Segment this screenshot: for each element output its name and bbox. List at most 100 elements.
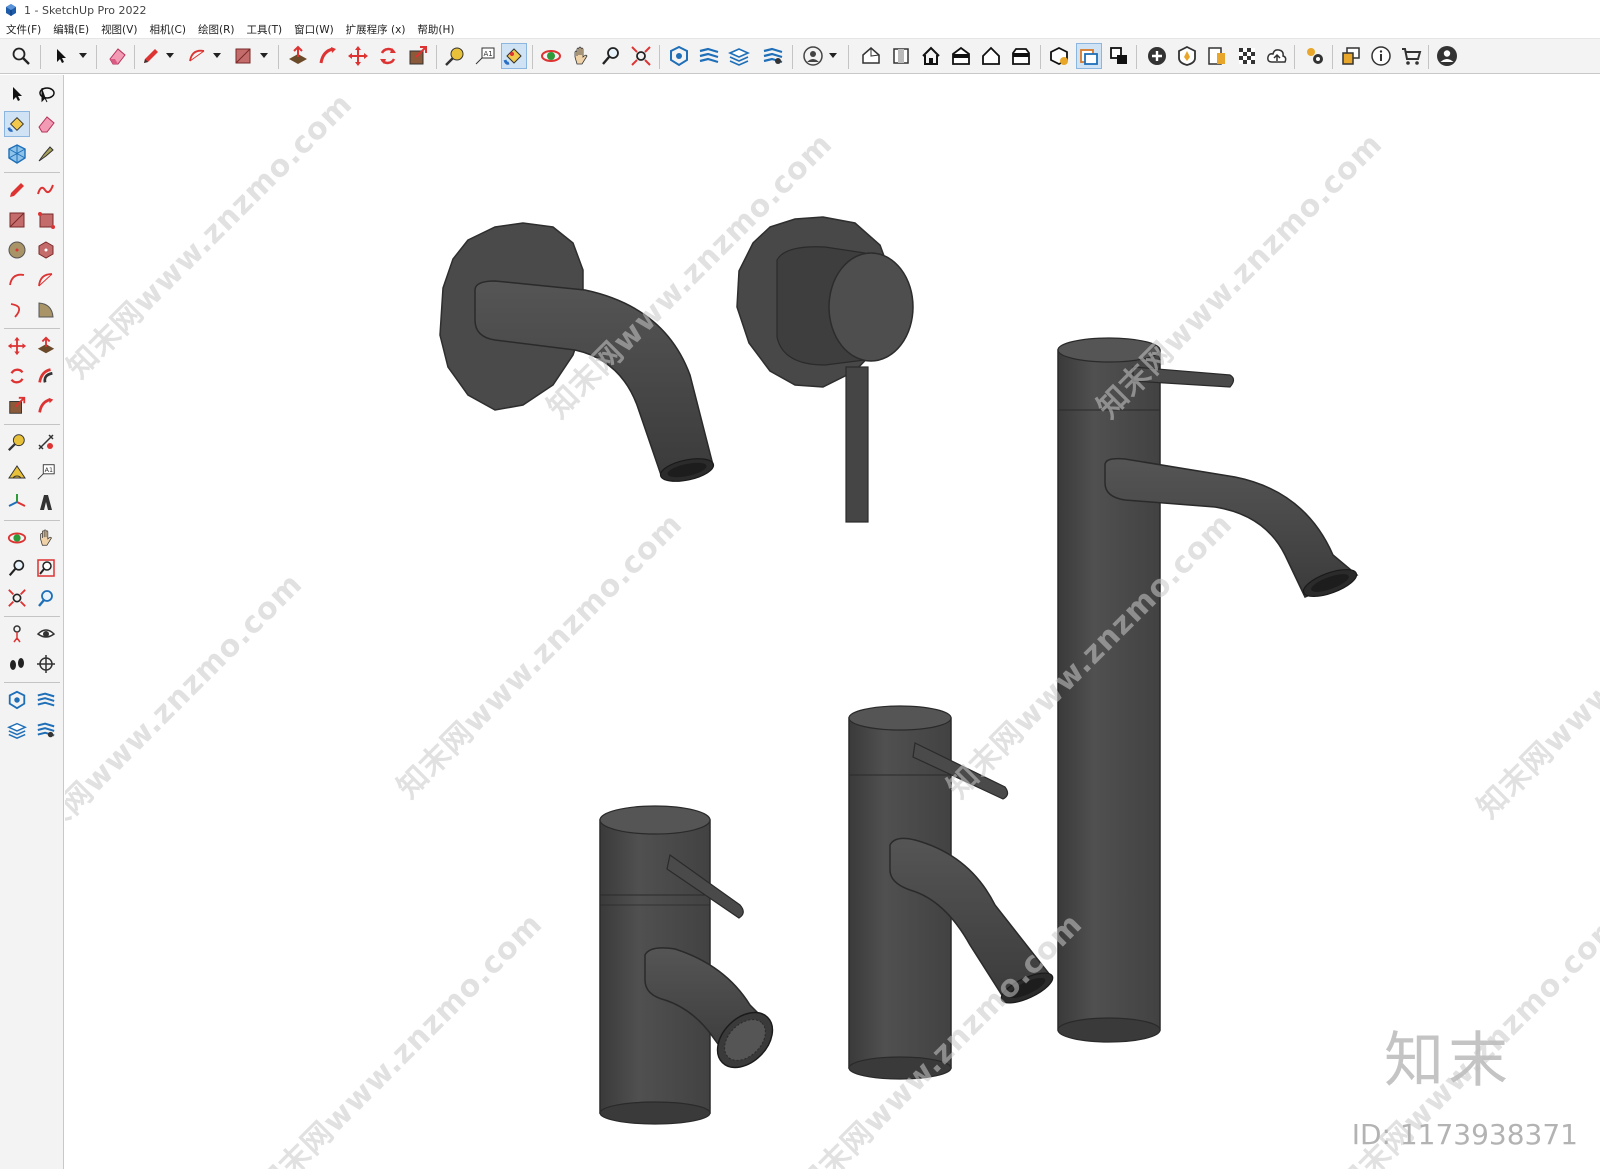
orbit-icon[interactable] [538, 43, 564, 69]
zoom-extents-tool-icon[interactable] [4, 585, 30, 611]
scenes-tool-icon[interactable] [33, 687, 59, 713]
scale-icon[interactable] [405, 43, 431, 69]
rotate-tool-icon[interactable] [4, 363, 30, 389]
extension-warehouse-icon[interactable] [1076, 43, 1102, 69]
preferences-icon[interactable] [1302, 43, 1328, 69]
info-icon[interactable] [1368, 43, 1394, 69]
eraser-icon[interactable] [104, 43, 130, 69]
arc-icon[interactable] [184, 43, 210, 69]
protractor-tool-icon[interactable] [4, 459, 30, 485]
rectangle-dropdown-icon[interactable] [259, 43, 269, 69]
account-icon[interactable] [1434, 43, 1460, 69]
paint-bucket-icon[interactable] [501, 43, 527, 69]
axes-tool-icon[interactable] [4, 489, 30, 515]
scale-tool-icon[interactable] [4, 393, 30, 419]
menu-tools[interactable]: 工具(T) [240, 22, 288, 37]
pie-tool-icon[interactable] [33, 297, 59, 323]
polygon-tool-icon[interactable] [33, 237, 59, 263]
menu-file[interactable]: 文件(F) [0, 22, 47, 37]
back-view-icon[interactable] [978, 43, 1004, 69]
move-tool-icon[interactable] [4, 333, 30, 359]
tags-icon[interactable] [666, 43, 692, 69]
select-icon[interactable] [48, 43, 74, 69]
sandbox-icon[interactable] [1174, 43, 1200, 69]
previous-view-icon[interactable] [33, 585, 59, 611]
iso-view-icon[interactable] [858, 43, 884, 69]
left-view-icon[interactable] [948, 43, 974, 69]
look-around-icon[interactable] [33, 621, 59, 647]
position-camera-icon[interactable] [4, 621, 30, 647]
right-view-icon[interactable] [1008, 43, 1034, 69]
faucet-model-scene[interactable] [65, 75, 1600, 1169]
add-location-icon[interactable] [1144, 43, 1170, 69]
open-model-icon[interactable] [1338, 43, 1364, 69]
front-view-icon[interactable] [888, 43, 914, 69]
freehand-tool-icon[interactable] [33, 177, 59, 203]
styles-icon[interactable] [726, 43, 752, 69]
text-tool-icon[interactable]: A1 [33, 459, 59, 485]
dimension-tool-icon[interactable] [33, 429, 59, 455]
bidet-mixer[interactable] [599, 805, 783, 1125]
scenes-icon[interactable] [696, 43, 722, 69]
user-dropdown-icon[interactable] [828, 43, 838, 69]
menu-edit[interactable]: 编辑(E) [47, 22, 95, 37]
arc-tool-icon[interactable] [4, 267, 30, 293]
styles-tool-icon[interactable] [4, 717, 30, 743]
walk-tool-icon[interactable] [4, 651, 30, 677]
paint-bucket-tool-icon[interactable] [4, 111, 30, 137]
menu-extensions[interactable]: 扩展程序 (x) [340, 22, 412, 37]
orbit-tool-icon[interactable] [4, 525, 30, 551]
generate-report-icon[interactable] [1234, 43, 1260, 69]
rotate-icon[interactable] [375, 43, 401, 69]
pencil-icon[interactable] [138, 43, 164, 69]
tape-measure-tool-icon[interactable] [4, 429, 30, 455]
cart-icon[interactable] [1398, 43, 1424, 69]
classifier-icon[interactable] [1204, 43, 1230, 69]
menu-window[interactable]: 窗口(W) [288, 22, 340, 37]
make-component-icon[interactable] [4, 141, 30, 167]
outliner-icon[interactable] [760, 43, 786, 69]
circle-tool-icon[interactable] [4, 237, 30, 263]
pan-icon[interactable] [568, 43, 594, 69]
push-pull-icon[interactable] [285, 43, 311, 69]
pencil-dropdown-icon[interactable] [165, 43, 175, 69]
3d-text-icon[interactable] [33, 489, 59, 515]
tags-tool-icon[interactable] [4, 687, 30, 713]
section-plane-icon[interactable] [33, 651, 59, 677]
text-icon[interactable]: A1 [472, 43, 498, 69]
user-icon[interactable] [800, 43, 826, 69]
tall-basin-mixer[interactable] [1057, 337, 1360, 1043]
menu-view[interactable]: 视图(V) [95, 22, 143, 37]
model-viewport[interactable]: 知末网www.znzmo.com 知末网www.znzmo.com 知末网www… [65, 75, 1600, 1169]
menu-camera[interactable]: 相机(C) [143, 22, 192, 37]
outliner-tool-icon[interactable] [33, 717, 59, 743]
select-tool-icon[interactable] [4, 81, 30, 107]
follow-me-tool-icon[interactable] [33, 363, 59, 389]
push-pull-tool-icon[interactable] [33, 333, 59, 359]
eraser-tool-icon[interactable] [33, 111, 59, 137]
zoom-extents-icon[interactable] [628, 43, 654, 69]
tape-measure-icon[interactable] [442, 43, 468, 69]
arc-dropdown-icon[interactable] [212, 43, 222, 69]
lasso-select-icon[interactable] [33, 81, 59, 107]
move-icon[interactable] [345, 43, 371, 69]
2point-arc-icon[interactable] [33, 267, 59, 293]
zoom-icon[interactable] [8, 43, 34, 69]
rectangle-icon[interactable] [230, 43, 256, 69]
pan-tool-icon[interactable] [33, 525, 59, 551]
menu-help[interactable]: 帮助(H) [411, 22, 460, 37]
menu-draw[interactable]: 绘图(R) [192, 22, 241, 37]
select-dropdown-icon[interactable] [78, 43, 88, 69]
cloud-icon[interactable] [1264, 43, 1290, 69]
3d-warehouse-icon[interactable] [1046, 43, 1072, 69]
home-view-icon[interactable] [918, 43, 944, 69]
rectangle-tool-icon[interactable] [4, 207, 30, 233]
zoom-tool-icon[interactable] [4, 555, 30, 581]
sample-paint-icon[interactable] [33, 141, 59, 167]
follow-me-icon[interactable] [315, 43, 341, 69]
rotated-rectangle-icon[interactable] [33, 207, 59, 233]
3point-arc-icon[interactable] [4, 297, 30, 323]
zoom-window-icon[interactable] [598, 43, 624, 69]
wall-mixer[interactable] [736, 216, 914, 523]
offset-tool-icon[interactable] [33, 393, 59, 419]
